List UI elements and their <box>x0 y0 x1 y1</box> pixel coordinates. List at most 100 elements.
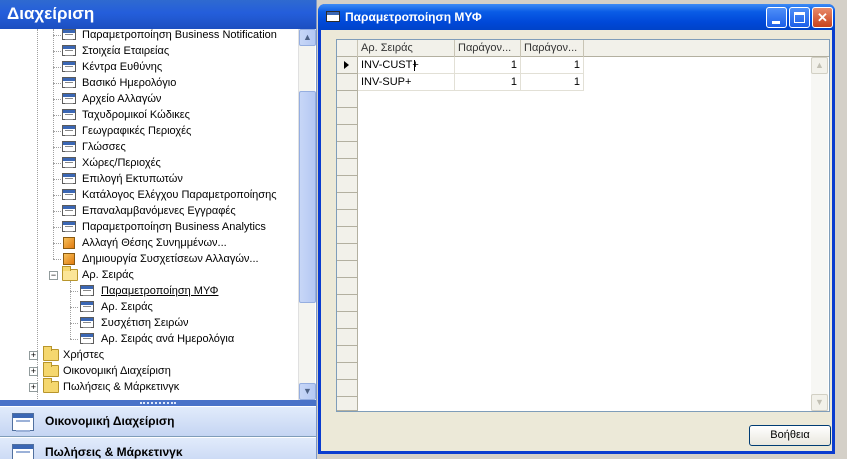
row-selector[interactable] <box>337 142 358 159</box>
row-selector[interactable] <box>337 108 358 125</box>
factor-1-cell[interactable]: 1 <box>455 74 521 91</box>
minimize-icon <box>772 21 780 24</box>
tree-item-label: Κέντρα Ευθύνης <box>82 61 163 73</box>
row-selector[interactable] <box>337 295 358 312</box>
grid-header: Αρ. Σειράς Παράγον... Παράγον... <box>337 40 829 57</box>
form-icon <box>62 61 76 72</box>
form-icon <box>62 189 76 200</box>
tree-item-label: Παραμετροποίηση Business Notification <box>82 29 277 41</box>
financial-management-icon <box>12 413 34 432</box>
navigation-tree: Παραμετροποίηση Business Notification Στ… <box>0 29 298 400</box>
tree-item-label: Επιλογή Εκτυπωτών <box>82 173 183 185</box>
row-selector[interactable] <box>337 210 358 227</box>
form-icon <box>62 221 76 232</box>
tree-folder-label: Αρ. Σειράς <box>82 269 134 281</box>
row-selector[interactable] <box>337 278 358 295</box>
help-button[interactable]: Βοήθεια <box>749 425 831 446</box>
scroll-down-icon[interactable]: ▼ <box>299 383 316 400</box>
row-selector[interactable] <box>337 261 358 278</box>
column-header-factor-1[interactable]: Παράγον... <box>455 40 521 57</box>
maximize-icon <box>794 12 805 23</box>
factor-2-cell[interactable]: 1 <box>521 74 584 91</box>
factor-1-cell[interactable]: 1 <box>455 57 521 74</box>
row-selector[interactable] <box>337 329 358 346</box>
row-selector[interactable] <box>337 159 358 176</box>
tree-item-label: Κατάλογος Ελέγχου Παραμετροποίησης <box>82 189 277 201</box>
row-selector[interactable] <box>337 397 358 411</box>
row-selector[interactable] <box>337 227 358 244</box>
row-selector[interactable] <box>337 125 358 142</box>
folder-icon <box>43 362 59 377</box>
factor-2-cell[interactable]: 1 <box>521 57 584 74</box>
form-icon <box>62 77 76 88</box>
tree-item-label: Συσχέτιση Σειρών <box>101 317 189 329</box>
row-selector[interactable] <box>337 346 358 363</box>
tree-scroll-thumb[interactable] <box>299 91 316 303</box>
column-header-series[interactable]: Αρ. Σειράς <box>358 40 455 57</box>
nav-button-sales-marketing[interactable]: Πωλήσεις & Μάρκετινγκ <box>0 437 316 459</box>
maximize-button[interactable] <box>789 7 810 28</box>
tree-item-label: Βασικό Ημερολόγιο <box>82 77 177 89</box>
row-selector[interactable] <box>337 74 358 91</box>
row-selector[interactable] <box>337 176 358 193</box>
form-icon <box>62 157 76 168</box>
form-icon <box>62 205 76 216</box>
tree-item-label: Παραμετροποίηση Business Analytics <box>82 221 266 233</box>
tree-item-label: Επαναλαμβανόμενες Εγγραφές <box>82 205 236 217</box>
scroll-up-icon[interactable]: ▲ <box>811 57 828 74</box>
tree-item-label: Αρχείο Αλλαγών <box>82 93 162 105</box>
tree-item-label: Αρ. Σειράς ανά Ημερολόγια <box>101 333 235 345</box>
nav-button-financial-management[interactable]: Οικονομική Διαχείριση <box>0 406 316 437</box>
sales-marketing-icon <box>12 444 34 459</box>
tree-item-label: Ταχυδρομικοί Κώδικες <box>82 109 190 121</box>
folder-icon <box>43 346 59 361</box>
row-selector-current[interactable] <box>337 57 358 74</box>
tree-item-label: Στοιχεία Εταιρείας <box>82 45 170 57</box>
tree-item-label: Γλώσσες <box>82 141 126 153</box>
process-icon <box>63 237 75 249</box>
scroll-up-icon[interactable]: ▲ <box>299 29 316 46</box>
form-icon <box>62 45 76 56</box>
collapse-icon[interactable]: − <box>49 271 58 280</box>
form-icon <box>62 29 76 40</box>
column-header-factor-2[interactable]: Παράγον... <box>521 40 584 57</box>
navigation-pane-title: Διαχείριση <box>0 0 316 29</box>
row-selector[interactable] <box>337 91 358 108</box>
tree-connector <box>70 281 71 339</box>
current-row-icon <box>344 61 349 69</box>
expand-icon[interactable]: + <box>29 383 38 392</box>
tree-connector <box>37 29 38 399</box>
window-title: Παραμετροποίηση ΜΥΦ <box>345 10 482 24</box>
nav-button-label: Πωλήσεις & Μάρκετινγκ <box>45 445 183 459</box>
form-icon <box>80 301 94 312</box>
row-selector[interactable] <box>337 380 358 397</box>
row-selector[interactable] <box>337 193 358 210</box>
folder-open-icon <box>62 266 78 281</box>
series-code-cell[interactable]: INV-SUP+ <box>358 74 455 91</box>
expand-icon[interactable]: + <box>29 351 38 360</box>
form-icon <box>62 141 76 152</box>
form-icon <box>80 317 94 328</box>
grid-scrollbar[interactable]: ▲ ▼ <box>811 57 828 411</box>
expand-icon[interactable]: + <box>29 367 38 376</box>
form-icon <box>62 93 76 104</box>
row-selector[interactable] <box>337 244 358 261</box>
tree-scrollbar[interactable]: ▲ ▼ <box>298 29 316 400</box>
close-button[interactable]: ✕ <box>812 7 833 28</box>
tree-item-label-selected: Παραμετροποίηση ΜΥΦ <box>101 285 219 297</box>
tree-item-label: Αρ. Σειράς <box>101 301 153 313</box>
vat-setup-window: Παραμετροποίηση ΜΥΦ ✕ Αρ. Σειράς Παράγον… <box>318 4 835 454</box>
tree-folder-label: Χρήστες <box>63 349 105 361</box>
row-selector[interactable] <box>337 312 358 329</box>
form-icon <box>62 125 76 136</box>
tree-connector <box>53 29 54 259</box>
number-series-grid[interactable]: Αρ. Σειράς Παράγον... Παράγον... INV-CUS… <box>336 39 830 412</box>
scroll-down-icon[interactable]: ▼ <box>811 394 828 411</box>
minimize-button[interactable] <box>766 7 787 28</box>
window-titlebar[interactable]: Παραμετροποίηση ΜΥΦ ✕ <box>318 4 835 30</box>
form-icon <box>62 109 76 120</box>
row-selector[interactable] <box>337 363 358 380</box>
tree-folder-label: Πωλήσεις & Μάρκετινγκ <box>63 381 180 393</box>
series-code-cell[interactable]: INV-CUST+ ⬆ <box>358 57 455 74</box>
nav-button-label: Οικονομική Διαχείριση <box>45 414 175 428</box>
